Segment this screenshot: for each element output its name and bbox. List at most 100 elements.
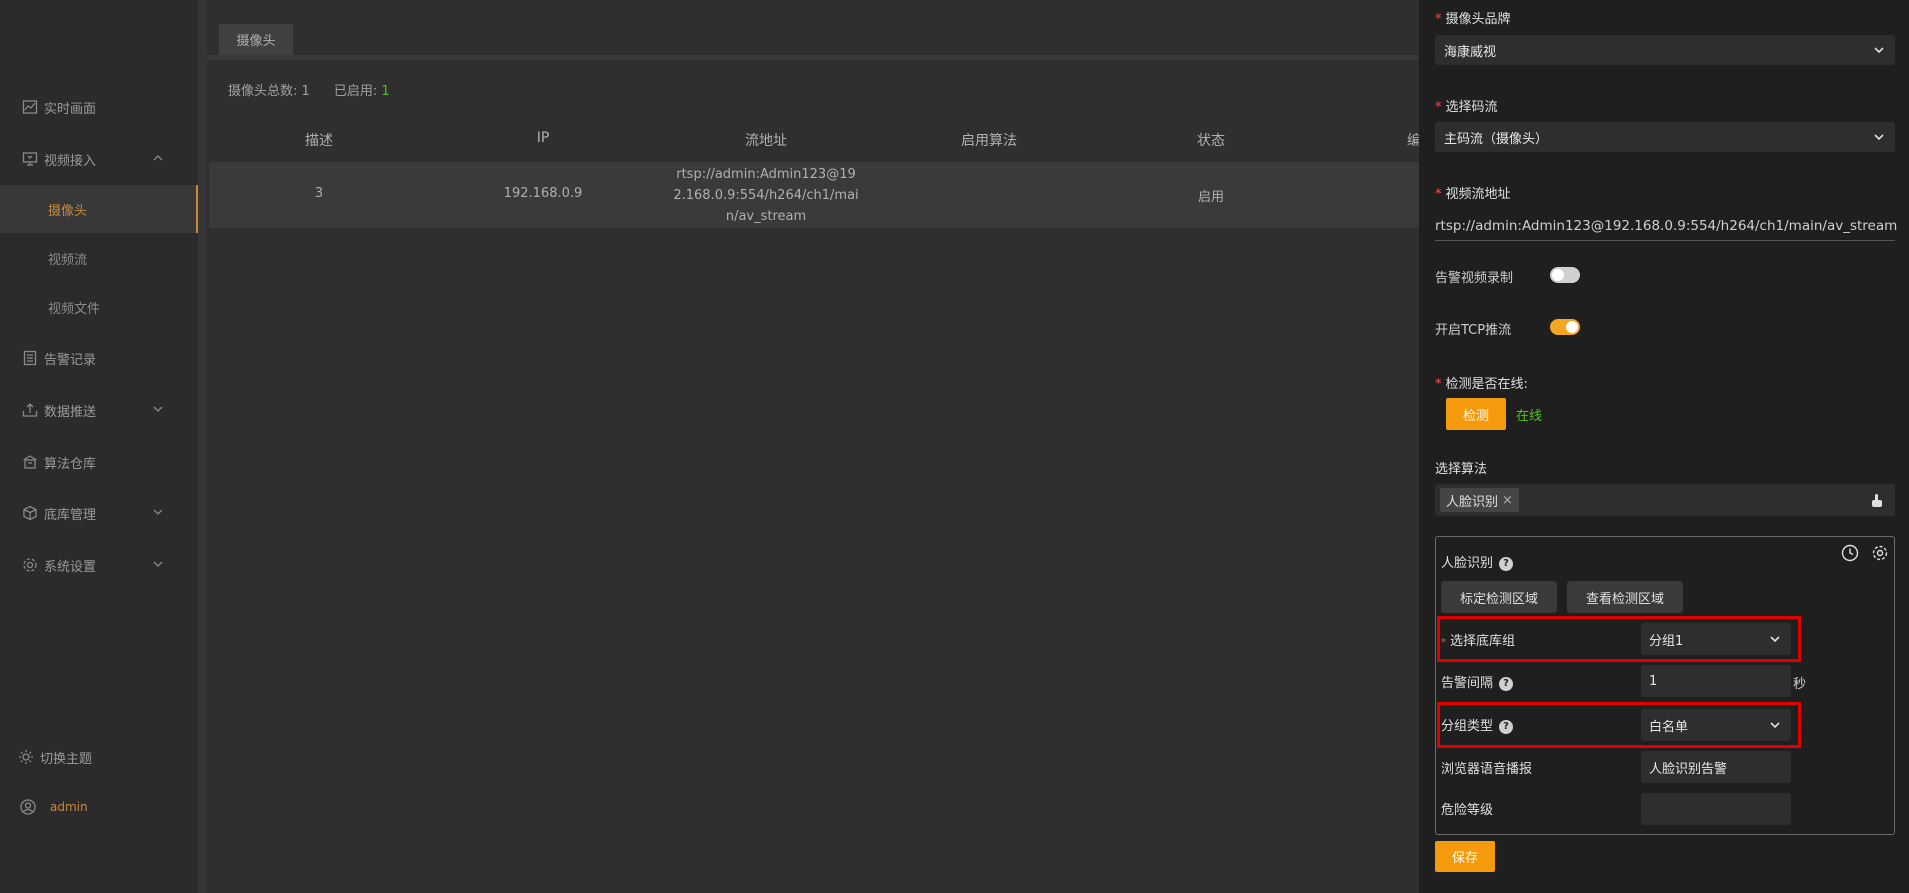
sidebar-item-label: 数据推送 bbox=[44, 404, 97, 420]
detect-button[interactable]: 检测 bbox=[1446, 398, 1506, 430]
mark-area-button[interactable]: 标定检测区域 bbox=[1441, 581, 1557, 613]
avatar-icon bbox=[20, 799, 36, 815]
cell-desc: 3 bbox=[314, 186, 324, 201]
save-button[interactable]: 保存 bbox=[1435, 841, 1495, 872]
username: admin bbox=[50, 800, 88, 814]
help-icon[interactable]: ? bbox=[1499, 556, 1514, 571]
monitor-icon bbox=[22, 151, 38, 167]
sidebar-item-label: 告警记录 bbox=[44, 352, 97, 368]
danger-label: 危险等级 bbox=[1441, 803, 1494, 818]
sidebar-item-label: 系统设置 bbox=[44, 559, 97, 575]
stream-url-input[interactable]: rtsp://admin:Admin123@192.168.0.9:554/h2… bbox=[1435, 211, 1897, 241]
app-root: 实时画面 视频接入 摄像头 视频流 视频文件 告警记录 数据推送 算法仓库 底库… bbox=[0, 0, 1909, 893]
record-toggle[interactable] bbox=[1550, 267, 1580, 283]
interval-label: 告警间隔? bbox=[1441, 672, 1514, 691]
column-header: 流地址 bbox=[745, 133, 787, 149]
chevron-down-icon bbox=[1770, 636, 1780, 643]
interval-unit: 秒 bbox=[1793, 677, 1807, 692]
online-label: * 检测是否在线: bbox=[1435, 377, 1528, 392]
sidebar-item-realtime[interactable]: 实时画面 bbox=[0, 83, 198, 131]
column-header: 描述 bbox=[305, 133, 333, 149]
voice-input[interactable]: 人脸识别告警 bbox=[1641, 751, 1791, 783]
tab-camera[interactable]: 摄像头 bbox=[219, 24, 293, 55]
camera-stats: 摄像头总数: 1 已启用: 1 bbox=[228, 80, 390, 99]
enabled-label: 已启用: bbox=[333, 84, 378, 99]
sidebar-item-alarm-records[interactable]: 告警记录 bbox=[0, 334, 198, 382]
sidebar-item-system-settings[interactable]: 系统设置 bbox=[0, 541, 198, 589]
sidebar-subitem-label: 摄像头 bbox=[48, 203, 88, 219]
camera-edit-drawer: * 摄像头品牌 海康威视 * 选择码流 主码流（摄像头） * 视频流地址 rtsp:/… bbox=[1419, 0, 1909, 893]
cube-icon bbox=[22, 505, 38, 521]
chevron-down-icon bbox=[1874, 47, 1884, 54]
cell-stream: rtsp://admin:Admin123@192.168.0.9:554/h2… bbox=[673, 167, 859, 224]
sidebar-item-label: 底库管理 bbox=[44, 507, 97, 523]
sidebar-item-label: 视频接入 bbox=[44, 153, 97, 169]
group-type-select[interactable]: 白名单 bbox=[1641, 709, 1791, 741]
chevron-down-icon bbox=[1770, 722, 1780, 729]
tcp-toggle[interactable] bbox=[1550, 319, 1580, 335]
chevron-up-icon bbox=[153, 155, 163, 161]
algo-select[interactable]: 人脸识别 × bbox=[1435, 484, 1895, 516]
chart-line-icon bbox=[22, 99, 38, 115]
sidebar-item-video-input[interactable]: 视频接入 bbox=[0, 135, 198, 183]
chevron-down-icon bbox=[153, 561, 163, 567]
column-header: 状态 bbox=[1197, 133, 1225, 149]
cell-status: 启用 bbox=[1197, 190, 1225, 205]
total-count: 1 bbox=[301, 84, 310, 99]
url-label: * 视频流地址 bbox=[1435, 187, 1511, 202]
sidebar-subitem-video-file[interactable]: 视频文件 bbox=[0, 283, 198, 331]
document-icon bbox=[22, 350, 38, 366]
algo-tag: 人脸识别 × bbox=[1440, 488, 1519, 512]
enabled-count: 1 bbox=[381, 84, 390, 99]
face-recognition-config-card: 人脸识别? 标定检测区域 查看检测区域 * 选择底库组 分组1 告警间隔? 1 秒… bbox=[1435, 536, 1895, 835]
clock-icon[interactable] bbox=[1841, 544, 1859, 566]
warehouse-icon bbox=[22, 454, 38, 470]
interval-input[interactable]: 1 bbox=[1641, 665, 1791, 697]
stream-select[interactable]: 主码流（摄像头） bbox=[1435, 122, 1895, 152]
group-label: * 选择底库组 bbox=[1441, 634, 1516, 649]
user-menu[interactable]: admin bbox=[0, 783, 198, 831]
group-select[interactable]: 分组1 bbox=[1641, 623, 1791, 655]
close-icon[interactable]: × bbox=[1502, 493, 1513, 508]
stream-label: * 选择码流 bbox=[1435, 100, 1498, 115]
sidebar-item-algorithm-store[interactable]: 算法仓库 bbox=[0, 438, 198, 486]
total-label: 摄像头总数: bbox=[228, 84, 298, 99]
column-header: 启用算法 bbox=[961, 133, 1017, 149]
voice-label: 浏览器语音播报 bbox=[1441, 762, 1533, 777]
help-icon[interactable]: ? bbox=[1499, 676, 1514, 691]
sidebar-item-label: 算法仓库 bbox=[44, 456, 97, 472]
sidebar-item-label: 实时画面 bbox=[44, 101, 97, 117]
gear-icon bbox=[22, 557, 38, 573]
chevron-down-icon bbox=[153, 406, 163, 412]
sun-icon bbox=[18, 749, 34, 765]
table-header: 描述 IP 流地址 启用算法 状态 编 bbox=[209, 118, 1421, 160]
algo-label: 选择算法 bbox=[1435, 462, 1488, 477]
chevron-down-icon bbox=[1874, 134, 1884, 141]
theme-label: 切换主题 bbox=[40, 751, 93, 767]
sidebar-subitem-camera[interactable]: 摄像头 bbox=[0, 185, 198, 233]
column-header: IP bbox=[536, 130, 550, 146]
danger-input[interactable] bbox=[1641, 793, 1791, 825]
brand-label: * 摄像头品牌 bbox=[1435, 12, 1511, 27]
help-icon[interactable]: ? bbox=[1499, 719, 1514, 734]
type-label: 分组类型? bbox=[1441, 715, 1514, 734]
online-status: 在线 bbox=[1516, 409, 1543, 424]
table-row[interactable]: 3 192.168.0.9 rtsp://admin:Admin123@192.… bbox=[209, 162, 1419, 228]
cell-ip: 192.168.0.9 bbox=[503, 186, 583, 201]
sidebar-item-gallery-management[interactable]: 底库管理 bbox=[0, 489, 198, 537]
record-label: 告警视频录制 bbox=[1435, 271, 1514, 286]
sidebar-subitem-video-stream[interactable]: 视频流 bbox=[0, 234, 198, 282]
pointer-hand-icon bbox=[1869, 492, 1885, 512]
brand-select[interactable]: 海康威视 bbox=[1435, 35, 1895, 65]
view-area-button[interactable]: 查看检测区域 bbox=[1567, 581, 1683, 613]
sidebar-subitem-label: 视频流 bbox=[48, 252, 88, 268]
sidebar-item-data-push[interactable]: 数据推送 bbox=[0, 386, 198, 434]
upload-icon bbox=[22, 402, 38, 418]
gear-icon[interactable] bbox=[1871, 544, 1889, 566]
theme-toggle[interactable]: 切换主题 bbox=[0, 733, 198, 781]
card-title: 人脸识别? bbox=[1441, 552, 1514, 571]
sidebar-subitem-label: 视频文件 bbox=[48, 301, 101, 317]
chevron-down-icon bbox=[153, 509, 163, 515]
sidebar: 实时画面 视频接入 摄像头 视频流 视频文件 告警记录 数据推送 算法仓库 底库… bbox=[0, 0, 198, 893]
tcp-label: 开启TCP推流 bbox=[1435, 323, 1512, 338]
